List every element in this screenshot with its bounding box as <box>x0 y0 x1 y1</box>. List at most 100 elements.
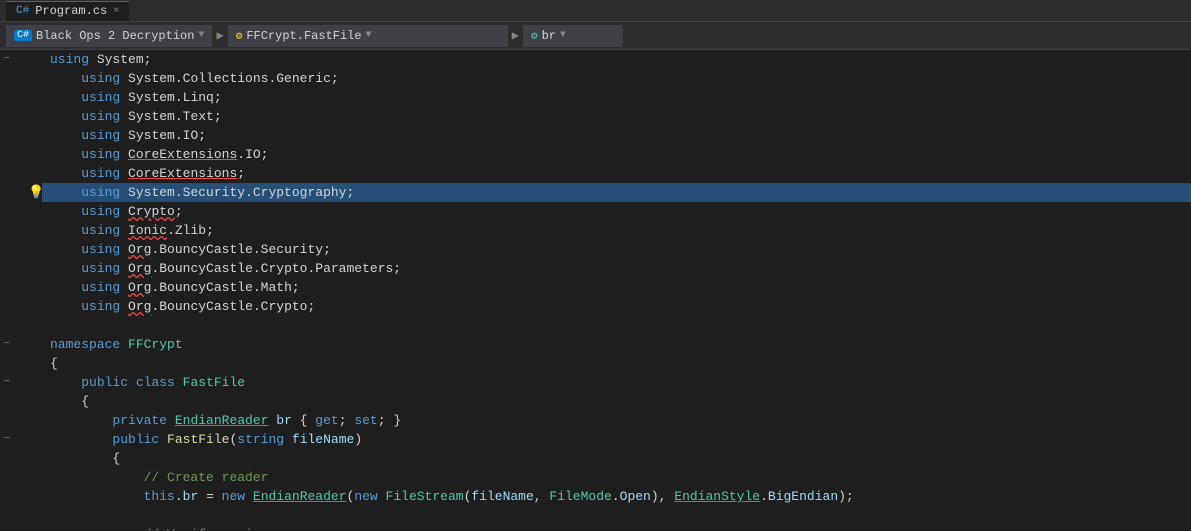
line-content-20: private EndianReader br { get; set; } <box>42 411 1191 430</box>
code-line-15 <box>0 316 1191 335</box>
gutter-11 <box>0 240 42 259</box>
collapse-icon-16[interactable]: − <box>4 335 10 354</box>
gutter-15 <box>0 316 42 335</box>
code-line-21: − public FastFile(string fileName) <box>0 430 1191 449</box>
line-content-13: using Org.BouncyCastle.Math; <box>42 278 1191 297</box>
code-line-24: this.br = new EndianReader(new FileStrea… <box>0 487 1191 506</box>
line-content-22: { <box>42 449 1191 468</box>
line-content-12: using Org.BouncyCastle.Crypto.Parameters… <box>42 259 1191 278</box>
program-tab[interactable]: C# Program.cs × <box>6 1 129 21</box>
gutter-21: − <box>0 430 42 449</box>
gutter-4 <box>0 107 42 126</box>
gutter-6 <box>0 145 42 164</box>
code-line-11: using Org.BouncyCastle.Security; <box>0 240 1191 259</box>
line-content-3: using System.Linq; <box>42 88 1191 107</box>
code-line-9: using Crypto; <box>0 202 1191 221</box>
nav-file[interactable]: ⚙ FFCrypt.FastFile ▼ <box>228 25 508 47</box>
gutter-14 <box>0 297 42 316</box>
line-content-15 <box>42 316 1191 335</box>
gutter-13 <box>0 278 42 297</box>
line-content-6: using CoreExtensions.IO; <box>42 145 1191 164</box>
line-content-9: using Crypto; <box>42 202 1191 221</box>
line-content-11: using Org.BouncyCastle.Security; <box>42 240 1191 259</box>
nav-bar: C# Black Ops 2 Decryption ▼ ▶ ⚙ FFCrypt.… <box>0 22 1191 50</box>
nav-project[interactable]: C# Black Ops 2 Decryption ▼ <box>6 25 212 47</box>
code-area[interactable]: − using System; using System.Collections… <box>0 50 1191 531</box>
line-content-17: { <box>42 354 1191 373</box>
gutter-22 <box>0 449 42 468</box>
title-bar: C# Program.cs × <box>0 0 1191 22</box>
nav-member[interactable]: ⚙ br ▼ <box>523 25 623 47</box>
nav-ff-icon: ⚙ <box>236 29 243 43</box>
gutter-26 <box>0 525 42 531</box>
code-line-14: using Org.BouncyCastle.Crypto; <box>0 297 1191 316</box>
gutter-19 <box>0 392 42 411</box>
code-line-1: − using System; <box>0 50 1191 69</box>
line-content-26: // Verify magic <box>42 525 1191 531</box>
code-line-3: using System.Linq; <box>0 88 1191 107</box>
code-line-25 <box>0 506 1191 525</box>
code-lines: − using System; using System.Collections… <box>0 50 1191 531</box>
lightbulb-icon[interactable]: 💡 <box>28 183 44 202</box>
gutter-18: − <box>0 373 42 392</box>
gutter-20 <box>0 411 42 430</box>
collapse-icon-1[interactable]: − <box>4 50 10 69</box>
line-content-23: // Create reader <box>42 468 1191 487</box>
collapse-icon-21[interactable]: − <box>4 430 10 449</box>
line-content-2: using System.Collections.Generic; <box>42 69 1191 88</box>
line-content-24: this.br = new EndianReader(new FileStrea… <box>42 487 1191 506</box>
code-line-5: using System.IO; <box>0 126 1191 145</box>
code-line-10: using Ionic.Zlib; <box>0 221 1191 240</box>
editor: − using System; using System.Collections… <box>0 50 1191 531</box>
line-content-25 <box>42 506 1191 525</box>
gutter-7 <box>0 164 42 183</box>
gutter-17 <box>0 354 42 373</box>
code-line-19: { <box>0 392 1191 411</box>
tab-close-button[interactable]: × <box>113 6 119 17</box>
gutter-2 <box>0 69 42 88</box>
gutter-25 <box>0 506 42 525</box>
gutter-24 <box>0 487 42 506</box>
nav-member-chevron: ▼ <box>560 30 566 41</box>
nav-cs-icon: C# <box>14 30 32 41</box>
gutter-23 <box>0 468 42 487</box>
code-line-22: { <box>0 449 1191 468</box>
nav-file-chevron: ▼ <box>366 30 372 41</box>
gutter-9 <box>0 202 42 221</box>
line-content-21: public FastFile(string fileName) <box>42 430 1191 449</box>
gutter-3 <box>0 88 42 107</box>
line-content-4: using System.Text; <box>42 107 1191 126</box>
tab-label: Program.cs <box>35 4 107 18</box>
line-content-7: using CoreExtensions; <box>42 164 1191 183</box>
code-line-20: private EndianReader br { get; set; } <box>0 411 1191 430</box>
code-line-26: // Verify magic <box>0 525 1191 531</box>
nav-br-icon: ⚙ <box>531 29 538 43</box>
code-line-6: using CoreExtensions.IO; <box>0 145 1191 164</box>
collapse-icon-18[interactable]: − <box>4 373 10 392</box>
line-content-8: using System.Security.Cryptography; <box>42 183 1191 202</box>
code-line-4: using System.Text; <box>0 107 1191 126</box>
code-line-8: 💡 using System.Security.Cryptography; <box>0 183 1191 202</box>
nav-project-chevron: ▼ <box>198 30 204 41</box>
cs-icon: C# <box>16 5 29 17</box>
line-content-14: using Org.BouncyCastle.Crypto; <box>42 297 1191 316</box>
code-line-17: { <box>0 354 1191 373</box>
code-line-2: using System.Collections.Generic; <box>0 69 1191 88</box>
line-content-16: namespace FFCrypt <box>42 335 1191 354</box>
line-content-19: { <box>42 392 1191 411</box>
nav-project-label: Black Ops 2 Decryption <box>36 29 194 43</box>
code-line-18: − public class FastFile <box>0 373 1191 392</box>
code-line-13: using Org.BouncyCastle.Math; <box>0 278 1191 297</box>
code-line-23: // Create reader <box>0 468 1191 487</box>
gutter-8: 💡 <box>0 183 42 202</box>
line-content-1: using System; <box>42 50 1191 69</box>
nav-file-label: FFCrypt.FastFile <box>246 29 361 43</box>
gutter-5 <box>0 126 42 145</box>
line-content-18: public class FastFile <box>42 373 1191 392</box>
gutter-1: − <box>0 50 42 69</box>
gutter-10 <box>0 221 42 240</box>
line-content-10: using Ionic.Zlib; <box>42 221 1191 240</box>
line-content-5: using System.IO; <box>42 126 1191 145</box>
code-line-7: using CoreExtensions; <box>0 164 1191 183</box>
code-line-12: using Org.BouncyCastle.Crypto.Parameters… <box>0 259 1191 278</box>
